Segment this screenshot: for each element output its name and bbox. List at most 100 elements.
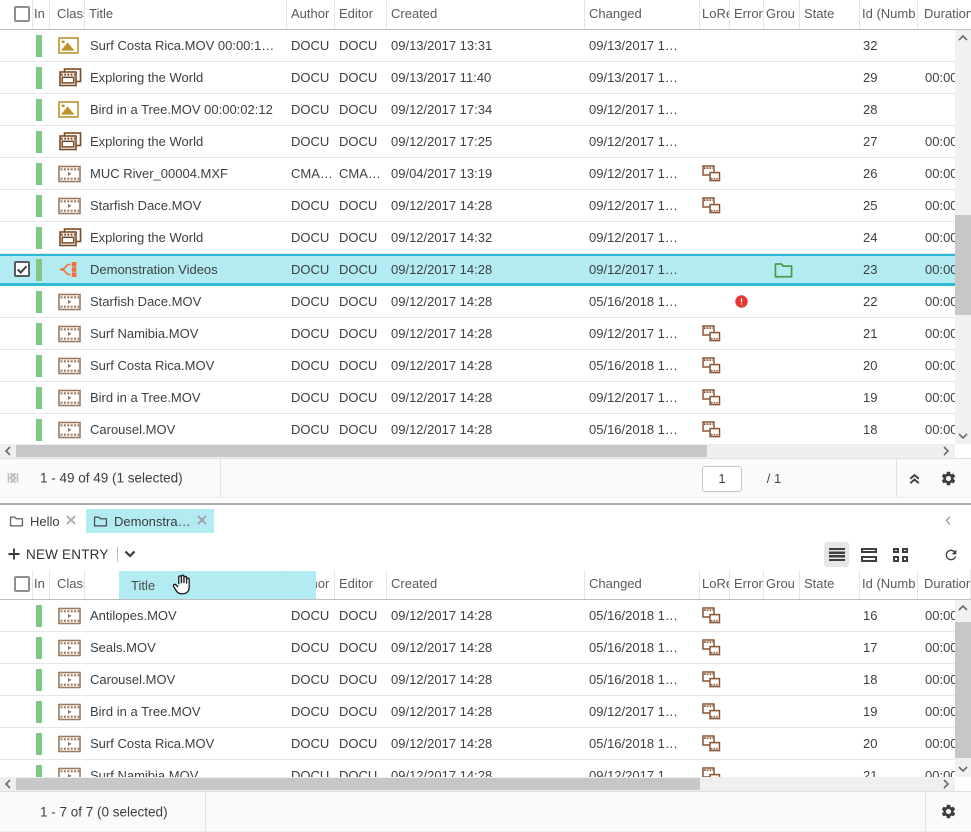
- column-header-in[interactable]: In: [33, 570, 50, 599]
- settings-button[interactable]: [934, 459, 962, 497]
- close-icon[interactable]: [197, 512, 207, 530]
- table-row[interactable]: Seals.MOV DOCU DOCU 09/12/2017 14:28 05/…: [0, 632, 971, 664]
- error-cell: [730, 632, 764, 663]
- in-marker-bar: [36, 669, 42, 691]
- title-cell: Surf Namibia.MOV: [85, 760, 287, 777]
- table-row[interactable]: Exploring the World DOCU DOCU 09/13/2017…: [0, 62, 971, 94]
- scroll-down-arrow-icon[interactable]: [955, 762, 971, 776]
- changed-cell: 09/12/2017 1…: [585, 318, 700, 349]
- in-cell: [33, 318, 50, 349]
- title-cell: Bird in a Tree.MOV: [85, 382, 287, 413]
- dragged-title-column-header[interactable]: Title: [119, 571, 316, 599]
- group-cell: [764, 286, 800, 317]
- select-all-checkbox[interactable]: [14, 576, 30, 592]
- column-header-changed[interactable]: Changed: [585, 0, 700, 29]
- result-range-label: 1 - 7 of 7 (0 selected): [40, 804, 168, 819]
- scroll-right-arrow-icon[interactable]: [939, 777, 953, 791]
- tab-demonstration-videos[interactable]: Demonstra…: [86, 509, 214, 533]
- horizontal-scrollbar[interactable]: [0, 444, 955, 458]
- scrollbar-thumb[interactable]: [955, 622, 971, 758]
- column-header-group[interactable]: Grou: [764, 570, 800, 599]
- column-header-author[interactable]: Author: [287, 0, 335, 29]
- scrollbar-thumb[interactable]: [955, 215, 971, 315]
- table-row[interactable]: MUC River_00004.MXF CMA… CMA… 09/04/2017…: [0, 158, 971, 190]
- column-header-duration[interactable]: Duration: [918, 570, 971, 599]
- horizontal-scrollbar[interactable]: [0, 777, 955, 791]
- state-cell: [800, 286, 860, 317]
- in-cell: [33, 760, 50, 777]
- column-header-state[interactable]: State: [800, 570, 860, 599]
- table-row[interactable]: Antilopes.MOV DOCU DOCU 09/12/2017 14:28…: [0, 600, 971, 632]
- table-row[interactable]: Exploring the World DOCU DOCU 09/12/2017…: [0, 222, 971, 254]
- lowres-cell: [700, 318, 730, 349]
- grid-view-button[interactable]: [888, 542, 913, 567]
- column-header-class[interactable]: Class: [50, 570, 85, 599]
- scroll-right-arrow-icon[interactable]: [939, 444, 953, 458]
- column-header-state[interactable]: State: [800, 0, 860, 29]
- table-row[interactable]: Bird in a Tree.MOV DOCU DOCU 09/12/2017 …: [0, 382, 971, 414]
- table-row[interactable]: Starfish Dace.MOV DOCU DOCU 09/12/2017 1…: [0, 190, 971, 222]
- error-icon: [734, 294, 749, 309]
- scroll-left-arrow-icon[interactable]: [1, 444, 15, 458]
- vertical-scrollbar[interactable]: [955, 600, 971, 777]
- settings-button[interactable]: [934, 792, 962, 831]
- list-view-button[interactable]: [824, 542, 849, 567]
- column-header-created[interactable]: Created: [387, 0, 585, 29]
- table-row[interactable]: Starfish Dace.MOV DOCU DOCU 09/12/2017 1…: [0, 286, 971, 318]
- table-row[interactable]: Demonstration Videos DOCU DOCU 09/12/201…: [0, 254, 971, 286]
- column-header-editor[interactable]: Editor: [335, 570, 387, 599]
- scrollbar-thumb[interactable]: [16, 445, 707, 457]
- refresh-button[interactable]: [938, 542, 963, 567]
- chevron-down-icon[interactable]: [124, 550, 136, 558]
- table-row[interactable]: Surf Costa Rica.MOV DOCU DOCU 09/12/2017…: [0, 350, 971, 382]
- scroll-up-arrow-icon[interactable]: [955, 601, 971, 615]
- column-header-created[interactable]: Created: [387, 570, 585, 599]
- column-header-error[interactable]: Error: [730, 0, 764, 29]
- editor-cell: DOCU: [335, 286, 387, 317]
- column-header-id[interactable]: Id (Numb: [860, 0, 918, 29]
- column-header-error[interactable]: Error: [730, 570, 764, 599]
- table-row[interactable]: Surf Namibia.MOV DOCU DOCU 09/12/2017 14…: [0, 760, 971, 777]
- column-header-changed[interactable]: Changed: [585, 570, 700, 599]
- row-checkbox[interactable]: [14, 261, 30, 277]
- column-header-duration[interactable]: Duration: [918, 0, 971, 29]
- new-entry-button[interactable]: NEW ENTRY: [8, 542, 136, 566]
- scrollbar-thumb[interactable]: [16, 778, 700, 790]
- rows-view-button[interactable]: [856, 542, 881, 567]
- scroll-left-arrow-icon[interactable]: [1, 777, 15, 791]
- table-row[interactable]: Surf Namibia.MOV DOCU DOCU 09/12/2017 14…: [0, 318, 971, 350]
- error-cell: [730, 600, 764, 631]
- page-number-input[interactable]: 1: [702, 466, 742, 492]
- column-header-id[interactable]: Id (Numb: [860, 570, 918, 599]
- state-cell: [800, 126, 860, 157]
- last-page-button[interactable]: [0, 459, 26, 497]
- table-row[interactable]: Surf Costa Rica.MOV 00:00:1… DOCU DOCU 0…: [0, 30, 971, 62]
- table-row[interactable]: Carousel.MOV DOCU DOCU 09/12/2017 14:28 …: [0, 664, 971, 696]
- scroll-down-arrow-icon[interactable]: [955, 429, 971, 443]
- tab-hello[interactable]: Hello: [2, 509, 83, 533]
- column-header-lores[interactable]: LoRe: [700, 0, 730, 29]
- table-row[interactable]: Surf Costa Rica.MOV DOCU DOCU 09/12/2017…: [0, 728, 971, 760]
- column-header-title[interactable]: Title: [85, 0, 287, 29]
- video-class-icon: [58, 165, 81, 183]
- collapse-panel-button[interactable]: [900, 459, 928, 497]
- select-all-checkbox[interactable]: [14, 6, 30, 22]
- close-icon[interactable]: [66, 512, 76, 530]
- column-header-editor[interactable]: Editor: [335, 0, 387, 29]
- editor-cell: DOCU: [335, 350, 387, 381]
- table-row[interactable]: Bird in a Tree.MOV DOCU DOCU 09/12/2017 …: [0, 696, 971, 728]
- collapse-chevron-left-icon[interactable]: [939, 511, 957, 529]
- vertical-scrollbar[interactable]: [955, 30, 971, 444]
- table-row[interactable]: Exploring the World DOCU DOCU 09/12/2017…: [0, 126, 971, 158]
- column-header-class[interactable]: Class: [50, 0, 85, 29]
- folder-icon: [9, 515, 24, 528]
- column-header-lores[interactable]: LoRe: [700, 570, 730, 599]
- scroll-up-arrow-icon[interactable]: [955, 31, 971, 45]
- tab-label: Demonstra…: [114, 514, 191, 529]
- table-row[interactable]: Carousel.MOV DOCU DOCU 09/12/2017 14:28 …: [0, 414, 971, 444]
- state-cell: [800, 696, 860, 727]
- column-header-in[interactable]: In: [33, 0, 50, 29]
- table-row[interactable]: Bird in a Tree.MOV 00:00:02:12 DOCU DOCU…: [0, 94, 971, 126]
- column-header-group[interactable]: Grou: [764, 0, 800, 29]
- panel-splitter[interactable]: [0, 503, 971, 505]
